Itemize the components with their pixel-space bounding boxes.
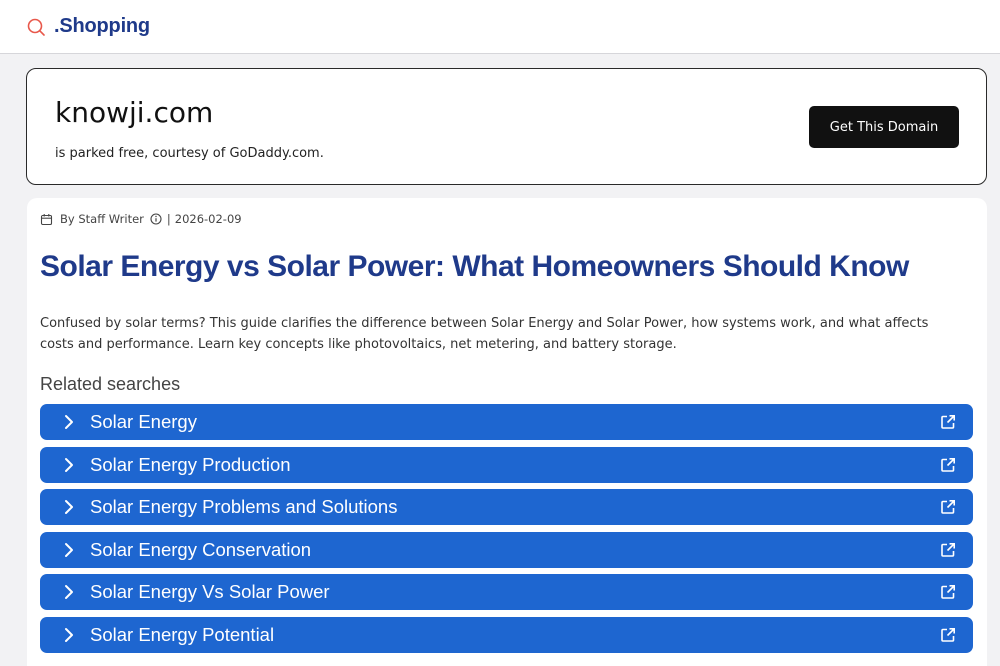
get-this-domain-button[interactable]: Get This Domain <box>809 106 959 148</box>
calendar-icon <box>40 213 53 226</box>
chevron-right-icon <box>62 584 76 604</box>
related-search-label: Solar Energy Conservation <box>90 538 312 560</box>
chevron-right-icon <box>62 499 76 519</box>
related-search-label: Solar Energy Potential <box>90 623 275 645</box>
info-icon[interactable] <box>150 213 162 225</box>
author-label: By Staff Writer <box>60 212 144 226</box>
domain-name: knowji.com <box>55 96 214 129</box>
related-search-link[interactable]: Solar Energy Production <box>40 446 973 483</box>
domain-banner: knowji.com is parked free, courtesy of G… <box>26 68 987 185</box>
search-icon <box>26 16 48 38</box>
chevron-right-icon <box>62 542 76 562</box>
related-search-link[interactable]: Solar Energy Problems and Solutions <box>40 489 973 526</box>
related-search-label: Solar Energy <box>90 411 197 432</box>
chevron-right-icon <box>62 414 76 434</box>
article-card: By Staff Writer | 2026-02-09 Solar Energ… <box>27 198 987 666</box>
chevron-right-icon <box>62 457 76 477</box>
top-bar: .Shopping <box>0 0 1000 54</box>
external-link-icon <box>940 627 956 647</box>
related-searches-list: Solar Energy Solar Energy Production Sol… <box>40 404 973 660</box>
publish-date: 2026-02-09 <box>174 212 242 226</box>
related-search-link[interactable]: Solar Energy Conservation <box>40 531 973 568</box>
brand-text: .Shopping <box>54 15 150 37</box>
article-description: Confused by solar terms? This guide clar… <box>40 316 929 352</box>
related-search-link[interactable]: Solar Energy <box>40 404 973 440</box>
chevron-right-icon <box>62 627 76 647</box>
related-search-label: Solar Energy Vs Solar Power <box>90 581 330 603</box>
external-link-icon <box>940 457 956 477</box>
external-link-icon <box>940 414 956 434</box>
related-search-label: Solar Energy Production <box>90 453 291 475</box>
brand-logo[interactable]: .Shopping <box>26 15 150 38</box>
article-meta: By Staff Writer | 2026-02-09 <box>40 212 242 226</box>
external-link-icon <box>940 542 956 562</box>
related-search-link[interactable]: Solar Energy Vs Solar Power <box>40 574 973 611</box>
related-searches-heading: Related searches <box>40 374 181 394</box>
domain-subtitle: is parked free, courtesy of GoDaddy.com. <box>55 146 324 161</box>
related-search-link[interactable]: Solar Energy Potential <box>40 616 973 653</box>
external-link-icon <box>940 499 956 519</box>
article-title: Solar Energy vs Solar Power: What Homeow… <box>40 250 909 283</box>
related-search-label: Solar Energy Problems and Solutions <box>90 496 398 518</box>
external-link-icon <box>940 584 956 604</box>
meta-separator: | <box>166 212 171 226</box>
